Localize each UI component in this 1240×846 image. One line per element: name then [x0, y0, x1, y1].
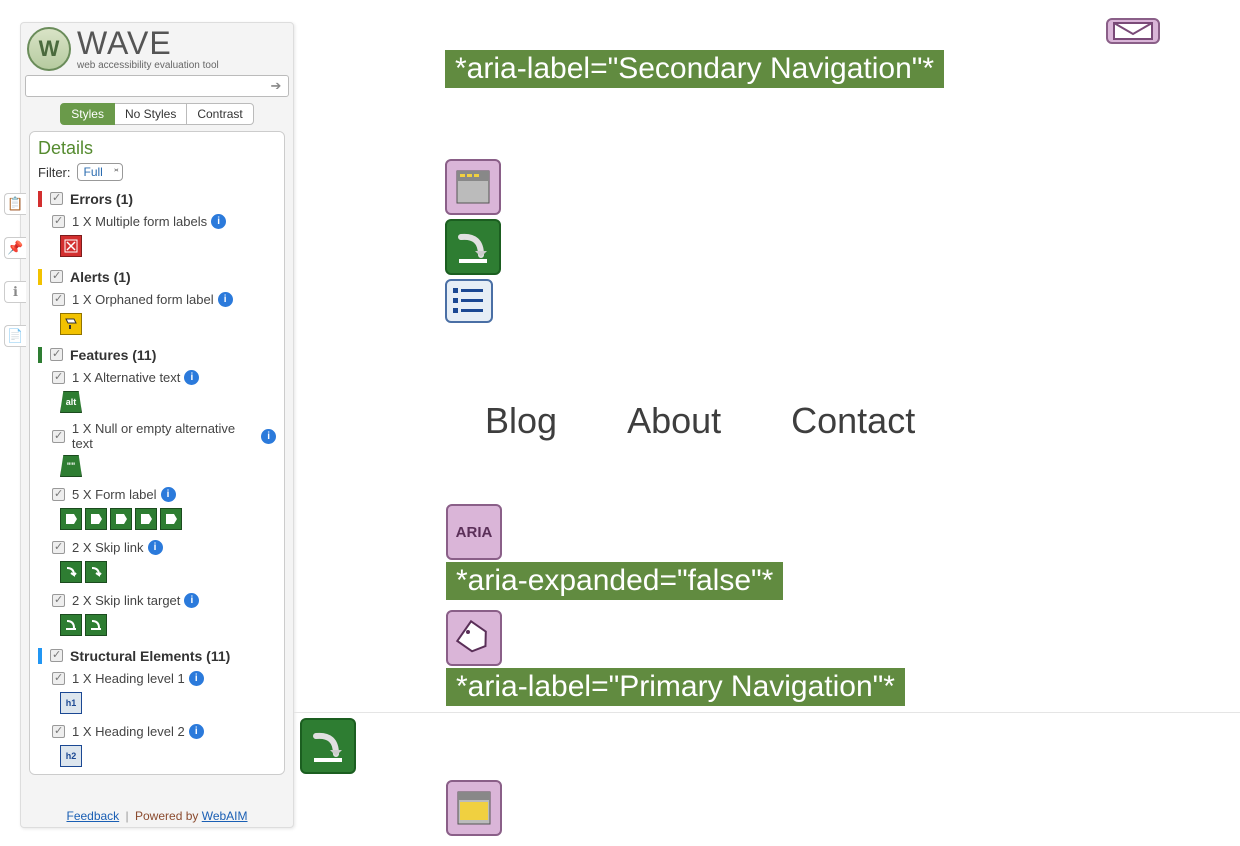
feature-form-label-icon[interactable]: [60, 508, 82, 530]
aria-icon[interactable]: ARIA: [446, 504, 502, 560]
alerts-toggle[interactable]: [50, 270, 63, 283]
item-toggle[interactable]: [52, 541, 65, 554]
nav-blog[interactable]: Blog: [485, 400, 557, 442]
feature-form-label-icon[interactable]: [110, 508, 132, 530]
item-toggle[interactable]: [52, 594, 65, 607]
item-label: 1 X Alternative text: [72, 370, 180, 385]
info-icon[interactable]: i: [184, 593, 199, 608]
item-toggle[interactable]: [52, 215, 65, 228]
aria-label-primary-tag[interactable]: *aria-label="Primary Navigation"*: [446, 668, 905, 706]
info-icon[interactable]: i: [189, 671, 204, 686]
alerts-title: Alerts (1): [70, 269, 131, 285]
go-arrow-icon[interactable]: ➔: [267, 77, 285, 95]
item-label: 1 X Multiple form labels: [72, 214, 207, 229]
item-toggle[interactable]: [52, 725, 65, 738]
main-region-icon[interactable]: [446, 780, 502, 836]
category-errors: Errors (1) 1 X Multiple form labels i: [38, 189, 276, 257]
features-bar-icon: [38, 347, 42, 363]
structural-bar-icon: [38, 648, 42, 664]
feature-form-label-icon[interactable]: [85, 508, 107, 530]
info-icon[interactable]: i: [184, 370, 199, 385]
tab-no-styles[interactable]: No Styles: [115, 103, 186, 125]
structural-title: Structural Elements (11): [70, 648, 230, 664]
feature-skip-target-icon[interactable]: [85, 614, 107, 636]
item-label: 2 X Skip link target: [72, 593, 180, 608]
feature-skip-link-icon[interactable]: [60, 561, 82, 583]
logo-title: WAVE: [77, 27, 219, 59]
tab-styles[interactable]: Styles: [60, 103, 115, 125]
filter-select[interactable]: Full: [77, 163, 123, 181]
aria-block: ARIA: [446, 500, 502, 564]
item-toggle[interactable]: [52, 293, 65, 306]
tab-contrast[interactable]: Contrast: [186, 103, 253, 125]
nav-about[interactable]: About: [627, 400, 721, 442]
feedback-link[interactable]: Feedback: [66, 809, 119, 823]
info-icon[interactable]: i: [261, 429, 276, 444]
url-input[interactable]: [25, 75, 289, 97]
details-box: Details Filter: Full Errors (1): [29, 131, 285, 775]
item-label: 2 X Skip link: [72, 540, 144, 555]
header-region-icon[interactable]: [445, 159, 501, 215]
logo: W WAVE web accessibility evaluation tool: [21, 23, 293, 71]
item-label: 1 X Orphaned form label: [72, 292, 214, 307]
info-icon[interactable]: i: [161, 487, 176, 502]
panel-footer: Feedback | Powered by WebAIM: [21, 809, 293, 823]
errors-title: Errors (1): [70, 191, 133, 207]
item-toggle[interactable]: [52, 672, 65, 685]
item-label: 1 X Heading level 1: [72, 671, 185, 686]
feature-null-alt-icon[interactable]: "": [60, 455, 82, 477]
page-preview: *aria-label="Secondary Navigation"* Blog…: [300, 0, 1240, 846]
feature-skip-target-icon[interactable]: [60, 614, 82, 636]
item-label: 1 X Null or empty alternative text: [72, 421, 257, 451]
h1-icon[interactable]: h1: [60, 692, 82, 714]
item-toggle[interactable]: [52, 430, 65, 443]
errors-toggle[interactable]: [50, 192, 63, 205]
feature-form-label-icon[interactable]: [160, 508, 182, 530]
skip-link-icon[interactable]: [300, 718, 356, 774]
features-title: Features (11): [70, 347, 156, 363]
annotation-icon[interactable]: [1106, 14, 1160, 48]
h2-icon[interactable]: h2: [60, 745, 82, 767]
list-icon[interactable]: [445, 279, 493, 323]
info-icon[interactable]: i: [189, 724, 204, 739]
alerts-bar-icon: [38, 269, 42, 285]
aria-expanded-tag[interactable]: *aria-expanded="false"*: [446, 562, 783, 600]
divider: [294, 712, 1240, 713]
errors-bar-icon: [38, 191, 42, 207]
category-features: Features (11) 1 X Alternative text i alt…: [38, 345, 276, 636]
aria-label-icon[interactable]: [446, 606, 502, 670]
annotation-stack: [445, 155, 501, 327]
structural-toggle[interactable]: [50, 649, 63, 662]
details-title: Details: [38, 138, 276, 159]
item-label: 1 X Heading level 2: [72, 724, 185, 739]
powered-label: Powered by: [135, 809, 198, 823]
item-toggle[interactable]: [52, 488, 65, 501]
info-icon[interactable]: i: [211, 214, 226, 229]
wave-logo-icon: W: [27, 27, 71, 71]
category-structural: Structural Elements (11) 1 X Heading lev…: [38, 646, 276, 767]
style-tabs: Styles No Styles Contrast: [21, 103, 293, 131]
category-alerts: Alerts (1) 1 X Orphaned form label i: [38, 267, 276, 335]
aria-label-secondary-tag[interactable]: *aria-label="Secondary Navigation"*: [445, 50, 944, 88]
nav-contact[interactable]: Contact: [791, 400, 915, 442]
skip-link-icon[interactable]: [445, 219, 501, 275]
error-multiple-label-icon[interactable]: [60, 235, 82, 257]
logo-subtitle: web accessibility evaluation tool: [77, 61, 219, 71]
info-icon[interactable]: i: [218, 292, 233, 307]
item-label: 5 X Form label: [72, 487, 157, 502]
nav-links: Blog About Contact: [485, 400, 915, 442]
wave-panel: 📋 📌 ℹ 📄 W WAVE web accessibility evaluat…: [20, 22, 294, 828]
webaim-link[interactable]: WebAIM: [202, 809, 248, 823]
filter-label: Filter:: [38, 165, 71, 180]
item-toggle[interactable]: [52, 371, 65, 384]
feature-skip-link-icon[interactable]: [85, 561, 107, 583]
features-toggle[interactable]: [50, 348, 63, 361]
feature-form-label-icon[interactable]: [135, 508, 157, 530]
alert-orphaned-label-icon[interactable]: [60, 313, 82, 335]
separator: |: [126, 809, 129, 823]
feature-alt-icon[interactable]: alt: [60, 391, 82, 413]
info-icon[interactable]: i: [148, 540, 163, 555]
